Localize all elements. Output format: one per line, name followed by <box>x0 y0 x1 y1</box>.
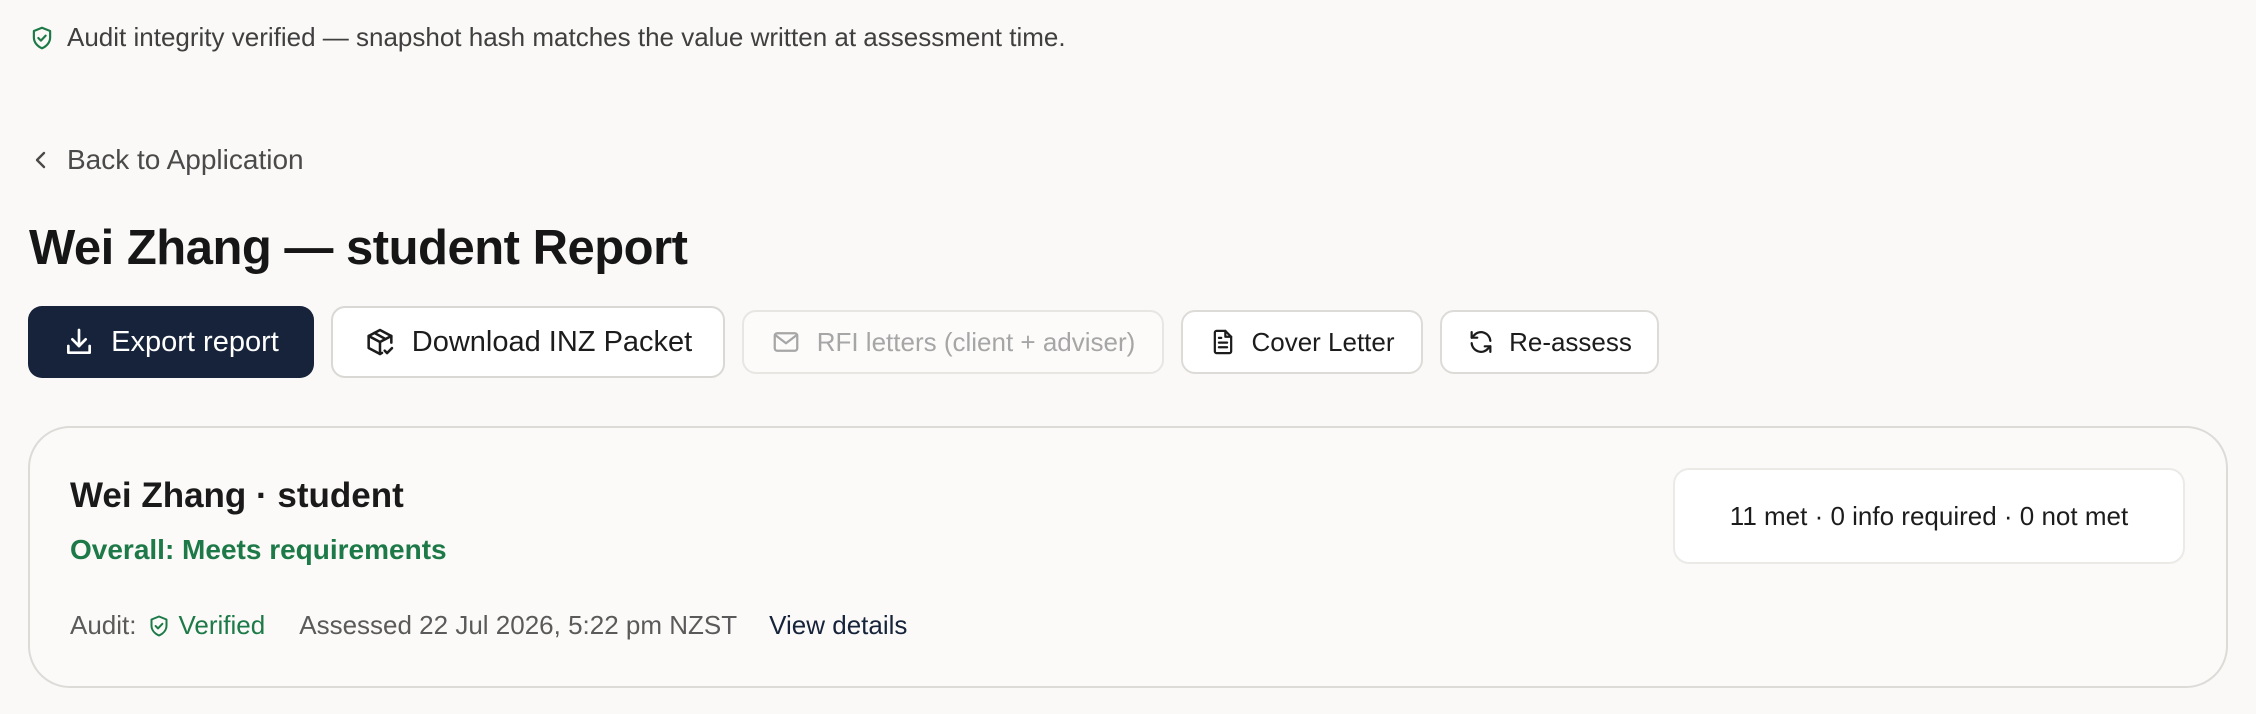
shield-check-icon <box>150 615 167 636</box>
back-to-application-link[interactable]: Back to Application <box>29 144 304 176</box>
audit-integrity-banner: Audit integrity verified — snapshot hash… <box>29 22 1066 53</box>
audit-row: Audit: Verified Assessed 22 Jul 2026, 5:… <box>70 610 907 641</box>
cover-letter-button[interactable]: Cover Letter <box>1181 310 1423 374</box>
card-title: Wei Zhang · student <box>70 476 404 515</box>
export-report-label: Export report <box>111 325 279 358</box>
refresh-icon <box>1470 330 1492 354</box>
audit-label: Audit: <box>70 610 137 640</box>
cover-letter-label: Cover Letter <box>1251 326 1395 357</box>
back-link-label: Back to Application <box>67 144 304 175</box>
mail-icon <box>773 332 799 352</box>
rfi-letters-label: RFI letters (client + adviser) <box>816 326 1136 357</box>
document-icon <box>1214 329 1233 355</box>
rfi-letters-button: RFI letters (client + adviser) <box>742 310 1164 374</box>
requirements-count-text: 11 met · 0 info required · 0 not met <box>1729 500 2129 531</box>
download-icon <box>67 328 92 354</box>
export-report-button[interactable]: Export report <box>28 306 314 378</box>
requirements-count-box: 11 met · 0 info required · 0 not met <box>1673 468 2185 564</box>
download-inz-packet-label: Download INZ Packet <box>411 325 693 358</box>
audit-status-text: Verified <box>178 610 266 640</box>
overall-status: Overall: Meets requirements <box>70 534 447 565</box>
view-details-link[interactable]: View details <box>769 610 907 641</box>
download-inz-packet-button[interactable]: Download INZ Packet <box>331 306 725 378</box>
report-toolbar: Export report Download INZ Packet RFI le… <box>28 306 1659 378</box>
shield-check-icon <box>32 26 52 49</box>
audit-integrity-text: Audit integrity verified — snapshot hash… <box>67 22 1066 52</box>
report-summary-card: Wei Zhang · student Overall: Meets requi… <box>28 426 2228 688</box>
assessed-timestamp: Assessed 22 Jul 2026, 5:22 pm NZST <box>299 610 738 640</box>
audit-status-badge: Verified <box>147 610 266 641</box>
page-title: Wei Zhang — student Report <box>29 221 688 275</box>
reassess-button[interactable]: Re-assess <box>1440 310 1659 374</box>
chevron-left-icon <box>35 151 46 169</box>
package-check-icon <box>367 328 394 356</box>
reassess-label: Re-assess <box>1509 326 1632 357</box>
